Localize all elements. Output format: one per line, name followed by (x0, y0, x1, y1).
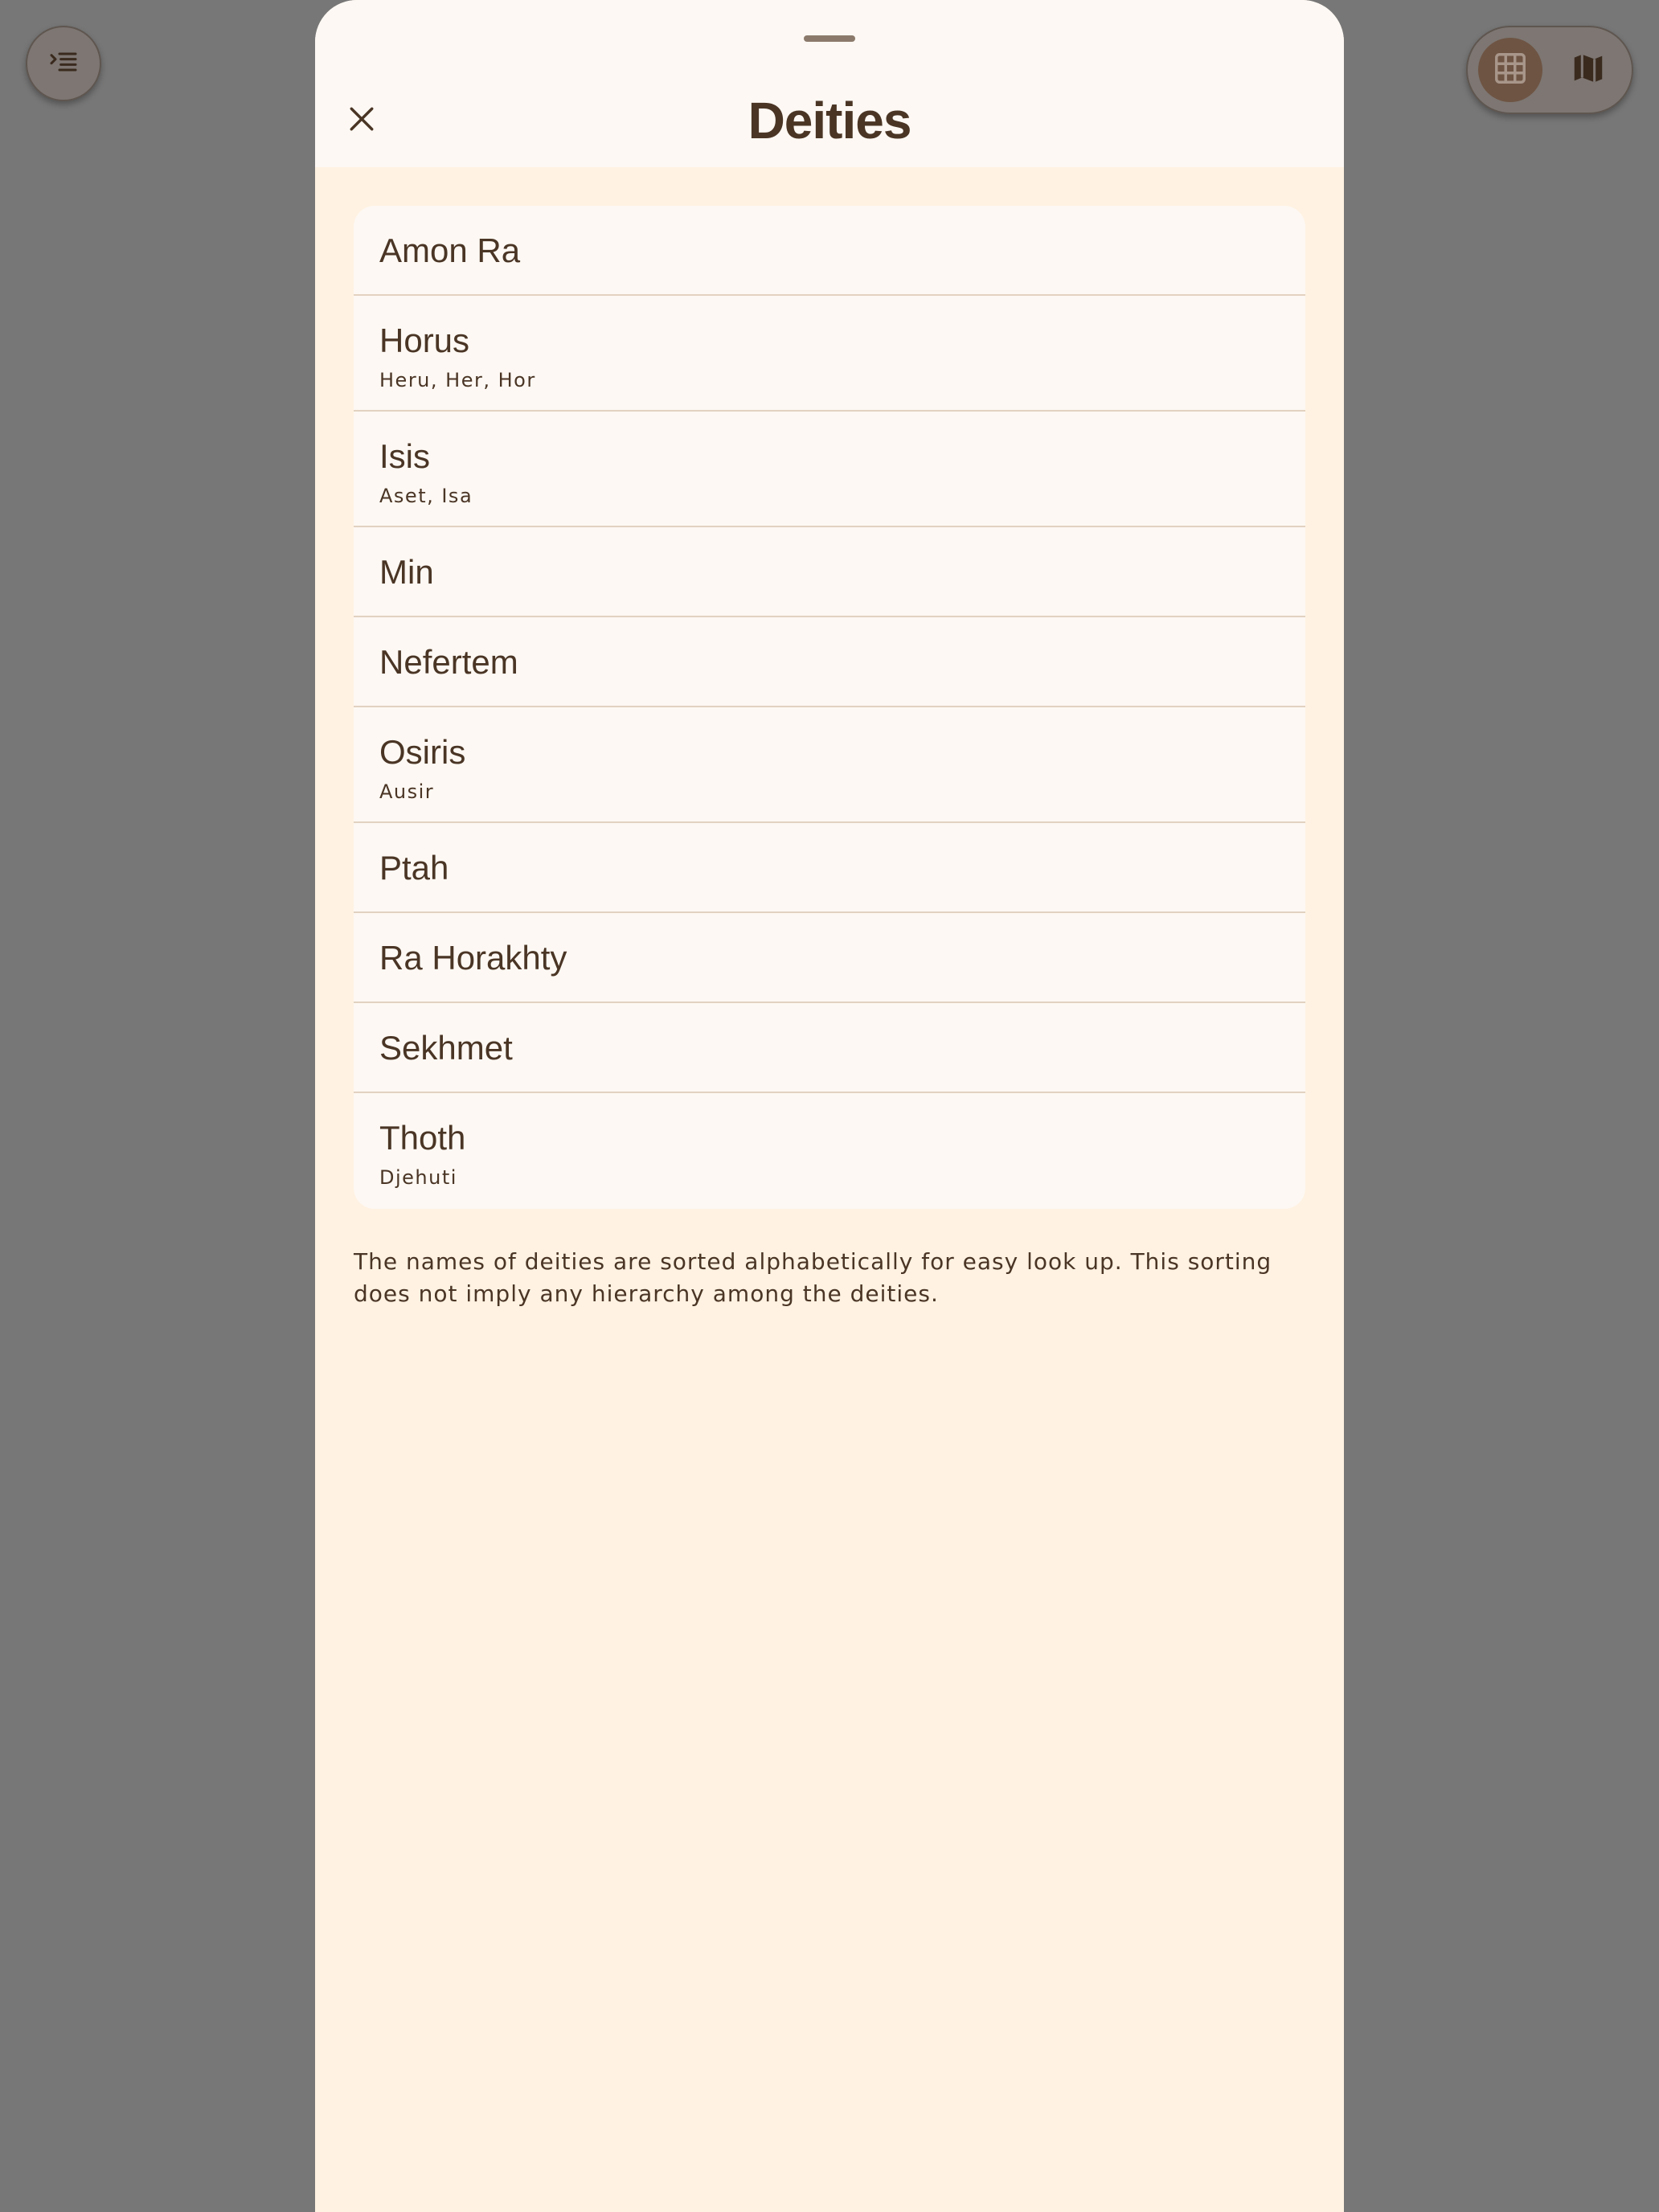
deity-name: Osiris (379, 733, 466, 771)
deity-name: Isis (379, 437, 430, 475)
list-item[interactable]: Nefertem (354, 617, 1305, 707)
deity-alternate-names: Heru, Her, Hor (379, 369, 536, 391)
page-title: Deities (748, 92, 912, 150)
deity-name: Min (379, 553, 434, 591)
deity-name: Amon Ra (379, 231, 521, 269)
list-item[interactable]: Thoth Djehuti (354, 1093, 1305, 1209)
list-item[interactable]: Horus Heru, Her, Hor (354, 296, 1305, 412)
deity-name: Ra Horakhty (379, 939, 567, 977)
list-item[interactable]: Min (354, 527, 1305, 617)
deities-sheet: Deities Amon Ra Horus Heru, Her, Hor Isis As… (315, 0, 1344, 2212)
grid-view-button[interactable] (1478, 38, 1542, 102)
list-item[interactable]: Isis Aset, Isa (354, 412, 1305, 527)
deity-name: Horus (379, 322, 470, 359)
list-item[interactable]: Amon Ra (354, 206, 1305, 296)
list-item[interactable]: Ptah (354, 823, 1305, 913)
deity-name: Ptah (379, 849, 449, 887)
footnote: The names of deities are sorted alphabet… (354, 1248, 1272, 1307)
view-toggle (1466, 26, 1633, 114)
sheet-header: Deities (315, 0, 1344, 167)
list-item[interactable]: Osiris Ausir (354, 707, 1305, 823)
deity-alternate-names: Djehuti (379, 1166, 457, 1189)
deity-name: Thoth (379, 1119, 466, 1157)
map-view-button[interactable] (1556, 38, 1620, 102)
deity-alternate-names: Ausir (379, 780, 435, 803)
indent-list-icon (47, 46, 80, 82)
map-icon (1570, 50, 1607, 91)
grid-icon (1492, 50, 1529, 91)
deity-name: Nefertem (379, 643, 518, 681)
deity-name: Sekhmet (379, 1029, 513, 1067)
deity-list: Amon Ra Horus Heru, Her, Hor Isis Aset, Isa M… (354, 206, 1305, 1209)
list-item[interactable]: Ra Horakhty (354, 913, 1305, 1003)
deity-alternate-names: Aset, Isa (379, 485, 473, 507)
list-item[interactable]: Sekhmet (354, 1003, 1305, 1093)
drag-handle[interactable] (804, 35, 855, 42)
menu-button[interactable] (26, 26, 101, 101)
